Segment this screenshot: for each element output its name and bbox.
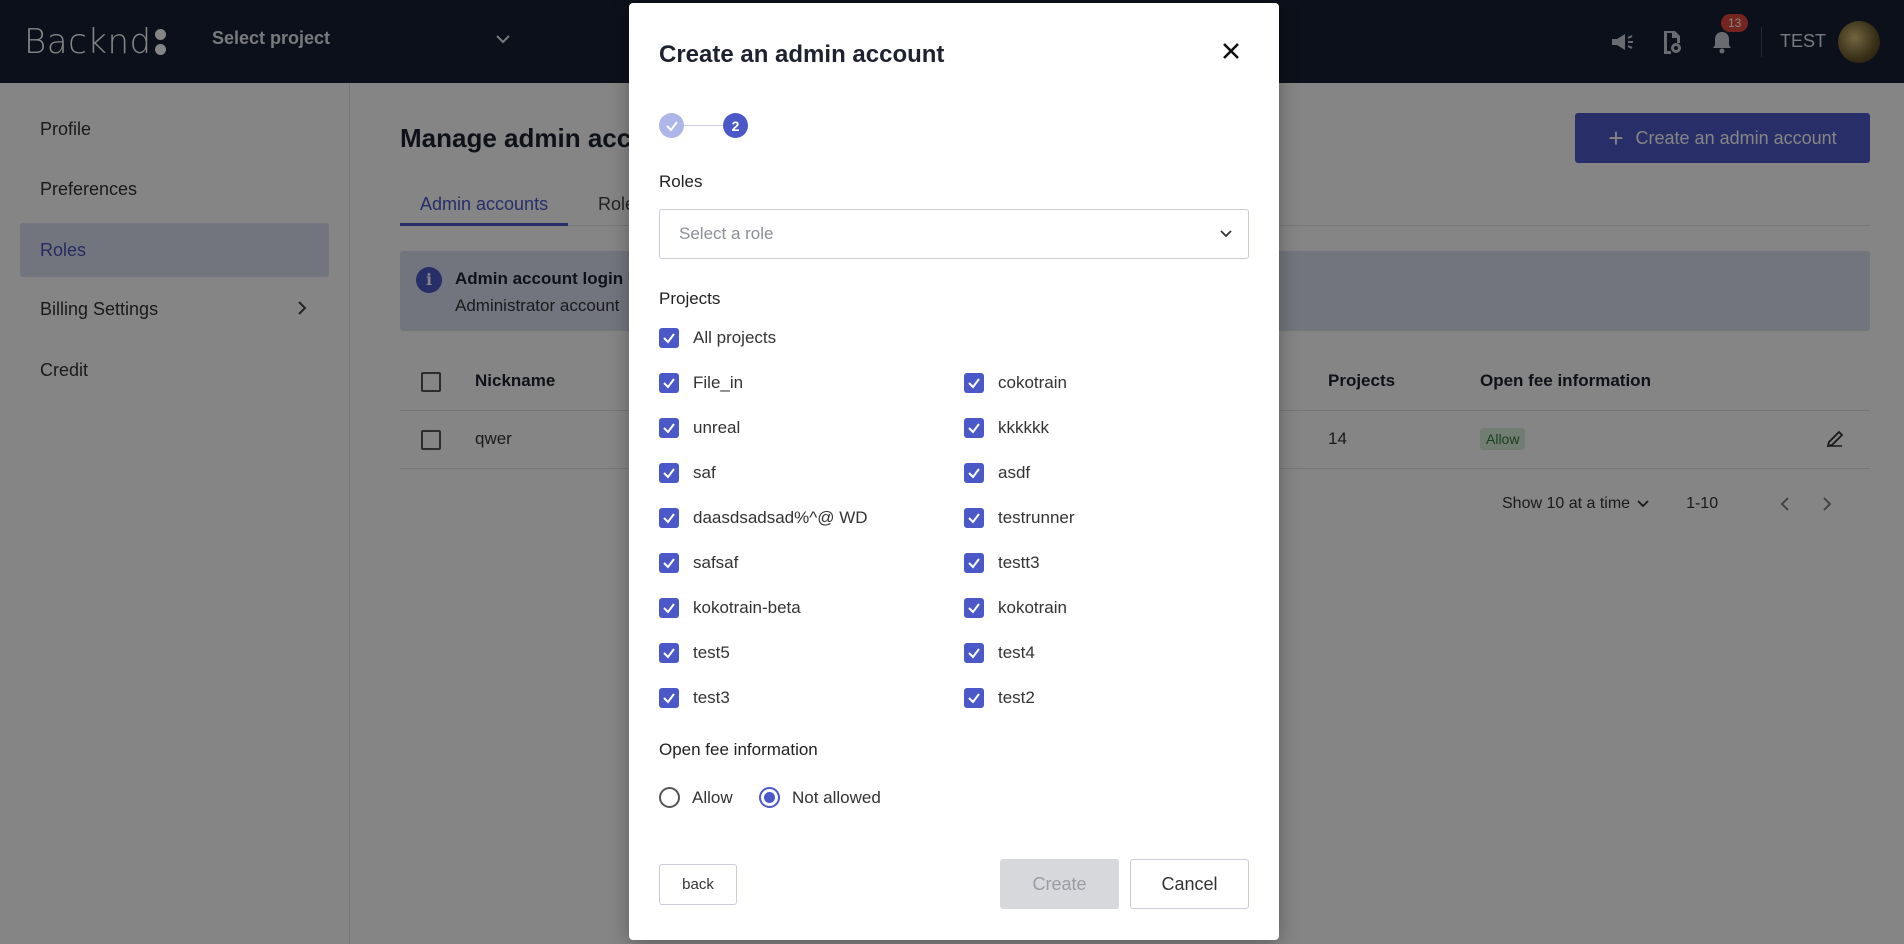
- radio-not-allowed[interactable]: Not allowed: [759, 787, 881, 808]
- checkbox-label: test3: [693, 688, 730, 707]
- checkbox-checked-icon: [964, 598, 984, 618]
- checkbox-label: File_in: [693, 373, 744, 392]
- checkbox-label: cokotrain: [998, 373, 1067, 392]
- checkbox-label: daasdsadsad%^@ WD: [693, 508, 868, 527]
- checkbox-label: unreal: [693, 418, 741, 437]
- checkbox-checked-icon: [964, 553, 984, 573]
- checkbox-checked-icon: [659, 508, 679, 528]
- radio-label: Allow: [692, 787, 733, 807]
- checkbox-checked-icon: [964, 463, 984, 483]
- checkbox-checked-icon: [964, 643, 984, 663]
- checkbox-label: All projects: [693, 328, 777, 347]
- checkbox-project-asdf[interactable]: asdf: [964, 463, 1030, 483]
- roles-label: Roles: [659, 172, 703, 191]
- checkbox-project-kokotrain[interactable]: kokotrain: [964, 598, 1067, 618]
- checkbox-project-daasdsadsad[interactable]: daasdsadsad%^@ WD: [659, 508, 868, 528]
- checkbox-label: testrunner: [998, 508, 1075, 527]
- radio-selected-icon: [759, 787, 780, 808]
- checkbox-label: test4: [998, 643, 1035, 662]
- checkbox-checked-icon: [659, 688, 679, 708]
- chevron-down-icon: [1220, 230, 1232, 238]
- checkbox-checked-icon: [964, 373, 984, 393]
- checkbox-checked-icon: [964, 688, 984, 708]
- create-admin-account-modal: Create an admin account 2 Roles Select a…: [629, 3, 1279, 940]
- close-icon[interactable]: [1219, 39, 1243, 63]
- radio-allow[interactable]: Allow: [659, 787, 733, 808]
- checkbox-project-test5[interactable]: test5: [659, 643, 730, 663]
- radio-label: Not allowed: [792, 787, 881, 807]
- checkbox-label: safsaf: [693, 553, 739, 572]
- back-button[interactable]: back: [659, 864, 737, 905]
- checkbox-project-testt3[interactable]: testt3: [964, 553, 1040, 573]
- radio-unselected-icon: [659, 787, 680, 808]
- checkbox-checked-icon: [659, 643, 679, 663]
- checkbox-label: kokotrain-beta: [693, 598, 801, 617]
- stepper: 2: [659, 113, 759, 139]
- open-fee-label: Open fee information: [659, 740, 818, 759]
- checkbox-label: testt3: [998, 553, 1040, 572]
- checkbox-label: kkkkkk: [998, 418, 1049, 437]
- checkbox-checked-icon: [659, 373, 679, 393]
- modal-title: Create an admin account: [659, 41, 945, 68]
- checkbox-checked-icon: [964, 508, 984, 528]
- checkbox-checked-icon: [659, 553, 679, 573]
- step-completed: [659, 113, 684, 138]
- checkbox-label: test5: [693, 643, 730, 662]
- checkbox-project-kokotrain-beta[interactable]: kokotrain-beta: [659, 598, 801, 618]
- cancel-button[interactable]: Cancel: [1130, 859, 1249, 909]
- checkbox-label: test2: [998, 688, 1035, 707]
- role-select[interactable]: Select a role: [659, 209, 1249, 259]
- checkmark-icon: [665, 120, 678, 132]
- role-select-placeholder: Select a role: [679, 224, 774, 243]
- checkbox-label: kokotrain: [998, 598, 1067, 617]
- checkbox-project-file-in[interactable]: File_in: [659, 373, 743, 393]
- checkbox-label: asdf: [998, 463, 1031, 482]
- checkbox-checked-icon: [659, 598, 679, 618]
- checkbox-checked-icon: [964, 418, 984, 438]
- checkbox-project-testrunner[interactable]: testrunner: [964, 508, 1075, 528]
- checkbox-checked-icon: [659, 328, 679, 348]
- checkbox-checked-icon: [659, 418, 679, 438]
- checkbox-project-safsaf[interactable]: safsaf: [659, 553, 738, 573]
- checkbox-project-cokotrain[interactable]: cokotrain: [964, 373, 1067, 393]
- step-connector: [684, 125, 723, 126]
- checkbox-all-projects[interactable]: All projects: [659, 328, 776, 348]
- step-current: 2: [723, 113, 748, 138]
- checkbox-project-test4[interactable]: test4: [964, 643, 1035, 663]
- checkbox-project-unreal[interactable]: unreal: [659, 418, 740, 438]
- checkbox-project-kkkkkk[interactable]: kkkkkk: [964, 418, 1049, 438]
- checkbox-checked-icon: [659, 463, 679, 483]
- projects-label: Projects: [659, 289, 721, 308]
- checkbox-project-test3[interactable]: test3: [659, 688, 730, 708]
- checkbox-label: saf: [693, 463, 716, 482]
- checkbox-project-saf[interactable]: saf: [659, 463, 716, 483]
- create-button[interactable]: Create: [1000, 859, 1119, 909]
- checkbox-project-test2[interactable]: test2: [964, 688, 1035, 708]
